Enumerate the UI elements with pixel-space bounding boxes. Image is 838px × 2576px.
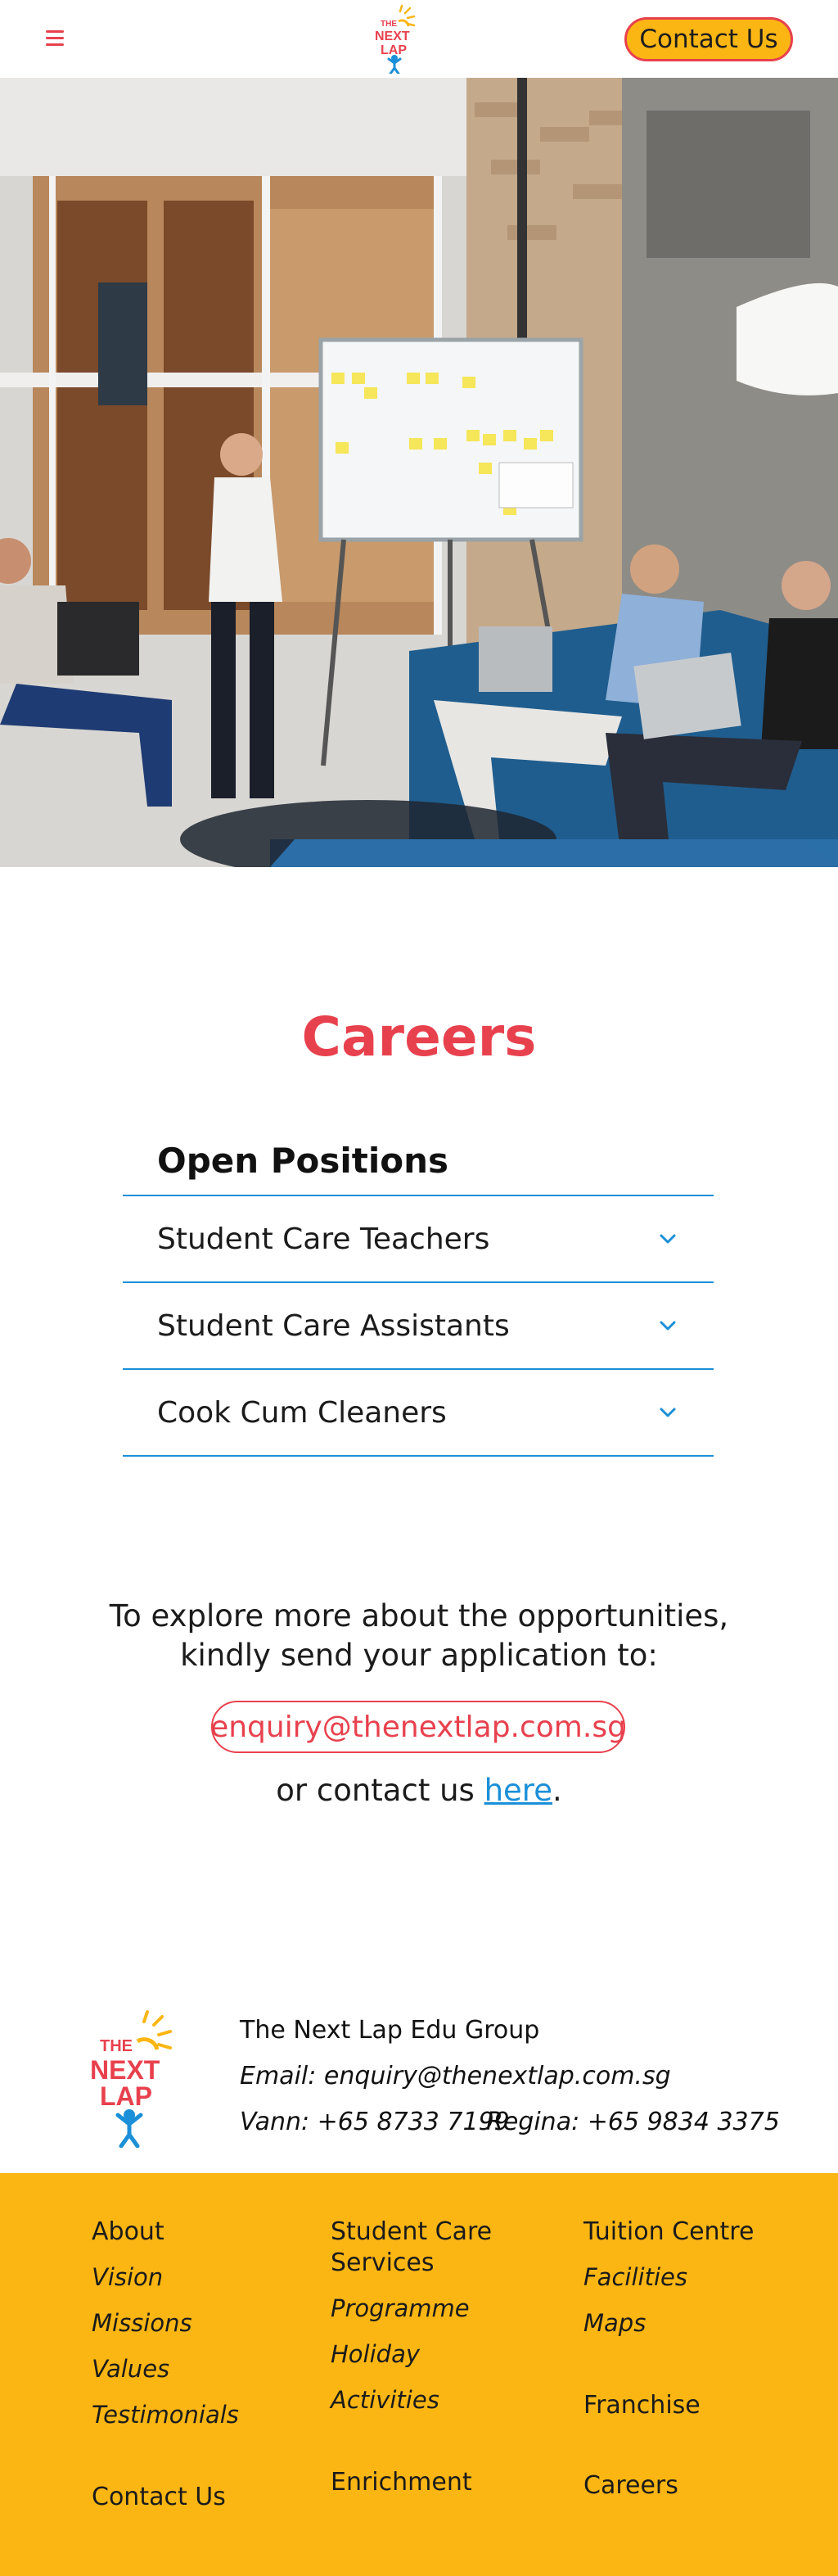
application-email-link[interactable]: enquiry@thenextlap.com.sg <box>210 1701 626 1753</box>
site-header: THE NEXT LAP Contact Us <box>0 0 838 78</box>
footer-logo[interactable]: THE NEXT LAP <box>88 2010 173 2148</box>
footer-link-enrichment[interactable]: Enrichment <box>331 2468 472 2497</box>
explore-text: To explore more about the opportunities,… <box>0 1597 838 1675</box>
svg-text:THE: THE <box>381 20 397 29</box>
footer-phone-vann[interactable]: Vann: +65 8733 7199 <box>240 2108 510 2136</box>
footer-link-about[interactable]: About <box>92 2217 164 2246</box>
menu-icon[interactable] <box>43 26 69 51</box>
explore-line-1: To explore more about the opportunities, <box>109 1598 729 1634</box>
accordion-item-student-care-teachers[interactable]: Student Care Teachers <box>123 1196 714 1283</box>
accordion-item-student-care-assistants[interactable]: Student Care Assistants <box>123 1283 714 1370</box>
accordion-item-label: Student Care Teachers <box>157 1222 490 1256</box>
footer-link-missions[interactable]: Missions <box>92 2309 192 2337</box>
office-meeting-photo <box>0 78 838 867</box>
positions-heading: Open Positions <box>123 1126 714 1196</box>
accordion-item-cook-cum-cleaners[interactable]: Cook Cum Cleaners <box>123 1370 714 1457</box>
hero-image <box>0 78 838 867</box>
logo[interactable]: THE NEXT LAP <box>372 3 423 74</box>
period: . <box>552 1773 562 1808</box>
footer-link-activities[interactable]: Activities <box>331 2386 439 2414</box>
footer-email[interactable]: Email: enquiry@thenextlap.com.sg <box>240 2062 671 2090</box>
footer-link-holiday[interactable]: Holiday <box>331 2340 420 2368</box>
svg-text:LAP: LAP <box>100 2081 152 2111</box>
chevron-down-icon <box>660 1321 676 1331</box>
here-link[interactable]: here <box>484 1773 552 1808</box>
svg-text:NEXT: NEXT <box>90 2055 160 2085</box>
svg-text:THE: THE <box>100 2037 133 2055</box>
footer-link-tuition-centre[interactable]: Tuition Centre <box>583 2217 754 2246</box>
footer-link-careers[interactable]: Careers <box>583 2471 678 2500</box>
open-positions-accordion: Open Positions Student Care Teachers Stu… <box>123 1126 714 1457</box>
footer-link-values[interactable]: Values <box>92 2355 169 2383</box>
footer-link-programme[interactable]: Programme <box>331 2294 470 2322</box>
footer-link-testimonials[interactable]: Testimonials <box>92 2401 239 2429</box>
contact-us-line: or contact us here. <box>0 1773 838 1808</box>
page-title: Careers <box>301 1006 537 1069</box>
footer-link-services-line1[interactable]: Student Care <box>331 2217 492 2246</box>
footer-link-contact-us[interactable]: Contact Us <box>92 2483 226 2511</box>
footer-link-franchise[interactable]: Franchise <box>583 2391 701 2420</box>
site-footer: About Vision Missions Values Testimonial… <box>0 2173 838 2576</box>
footer-link-services-line2[interactable]: Services <box>331 2248 435 2277</box>
or-contact-text: or contact us <box>276 1773 484 1808</box>
svg-text:NEXT: NEXT <box>375 29 410 43</box>
accordion-item-label: Student Care Assistants <box>157 1308 510 1343</box>
company-name: The Next Lap Edu Group <box>240 2016 540 2045</box>
footer-phone-regina[interactable]: Regina: +65 9834 3375 <box>486 2108 780 2136</box>
contact-us-button[interactable]: Contact Us <box>624 17 793 61</box>
footer-link-facilities[interactable]: Facilities <box>583 2263 687 2291</box>
chevron-down-icon <box>660 1234 676 1244</box>
footer-link-maps[interactable]: Maps <box>583 2309 646 2337</box>
accordion-item-label: Cook Cum Cleaners <box>157 1395 447 1430</box>
footer-link-vision[interactable]: Vision <box>92 2263 163 2291</box>
explore-line-2: kindly send your application to: <box>180 1638 658 1673</box>
chevron-down-icon <box>660 1408 676 1417</box>
